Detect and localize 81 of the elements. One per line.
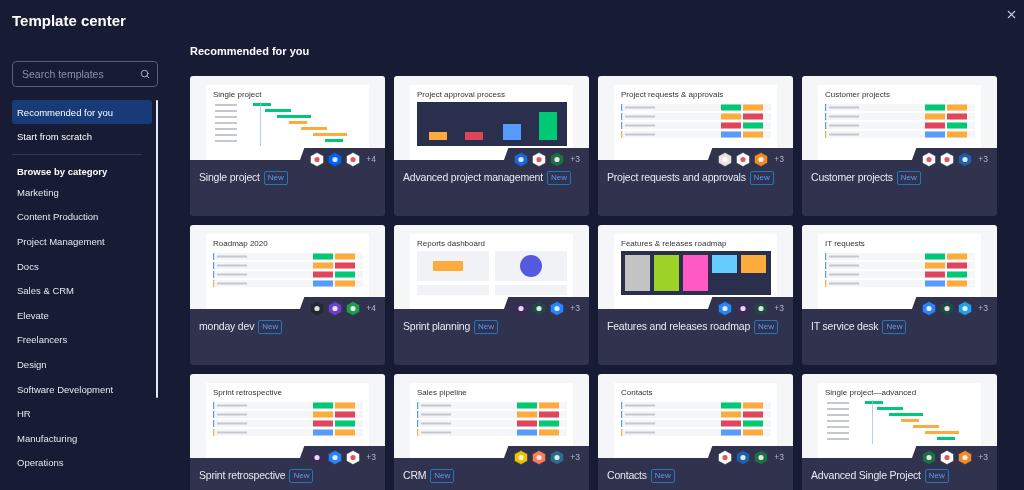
template-card[interactable]: Project approval process Advanced project management New +3 <box>394 76 589 216</box>
dialog-title: Template center <box>12 12 126 29</box>
search-field[interactable]: Search templates <box>12 61 158 87</box>
preview-title: Sales pipeline <box>417 388 467 397</box>
section-title: Recommended for you <box>190 45 310 57</box>
card-title: Sprint planning <box>403 319 471 334</box>
more-count: +3 <box>774 154 784 164</box>
template-card[interactable]: Single project Single project New +4 <box>190 76 385 216</box>
preview-title: Contacts <box>621 388 653 397</box>
more-count: +3 <box>570 452 580 462</box>
more-count: +3 <box>774 303 784 313</box>
category-item[interactable]: Content Production <box>12 204 152 230</box>
category-item[interactable]: Project Management <box>12 229 152 254</box>
template-card[interactable]: Reports dashboard Sprint planning New +3 <box>394 225 589 365</box>
template-card[interactable]: IT requests IT service desk New +3 <box>802 225 997 365</box>
close-icon[interactable] <box>1005 8 1018 21</box>
new-badge: New <box>474 320 499 334</box>
preview-title: Single project—advanced <box>825 388 917 397</box>
card-title: Project requests and approvals <box>607 170 746 185</box>
category-item[interactable]: Software Development <box>12 376 152 402</box>
preview-title: Features & releases roadmap <box>621 239 727 248</box>
more-count: +3 <box>774 452 784 462</box>
new-badge: New <box>430 469 455 483</box>
card-title: Contacts <box>607 468 647 483</box>
new-badge: New <box>749 171 774 185</box>
template-card[interactable]: Sprint retrospective Sprint retrospective New +3 <box>190 374 385 490</box>
new-badge: New <box>882 320 907 334</box>
template-card[interactable]: Single project—advanced Advanced Single Project New +3 <box>802 374 997 490</box>
preview-title: Sprint retrospective <box>213 388 282 397</box>
template-card[interactable]: Contacts Contacts New +3 <box>598 374 793 490</box>
card-title: Advanced Single Project <box>811 468 921 483</box>
preview-title: Single project <box>213 90 262 99</box>
search-icon <box>140 69 150 79</box>
scrollbar-thumb[interactable] <box>156 100 158 398</box>
more-count: +4 <box>366 154 376 164</box>
card-title: Customer projects <box>811 170 893 185</box>
new-badge: New <box>258 320 283 334</box>
new-badge: New <box>289 469 314 483</box>
card-title: Single project <box>199 170 260 185</box>
preview-title: Project approval process <box>417 90 506 99</box>
new-badge: New <box>896 171 921 185</box>
category-item[interactable]: Freelancers <box>12 327 152 353</box>
preview-title: Customer projects <box>825 90 890 99</box>
category-heading: Browse by category <box>16 165 109 179</box>
category-item[interactable]: Manufacturing <box>12 425 152 451</box>
more-count: +3 <box>978 452 988 462</box>
category-item[interactable]: Docs <box>12 253 152 279</box>
new-badge: New <box>650 469 675 483</box>
more-count: +3 <box>366 452 376 462</box>
card-title: Features and releases roadmap <box>607 319 751 334</box>
preview-title: Roadmap 2020 <box>213 239 268 248</box>
card-title: CRM <box>403 468 427 483</box>
category-item[interactable]: Design <box>12 352 152 377</box>
card-title: monday dev <box>199 319 255 334</box>
template-card[interactable]: Customer projects Customer projects New +3 <box>802 76 997 216</box>
category-item[interactable]: HR <box>12 401 152 426</box>
category-item[interactable]: Operations <box>12 450 152 476</box>
card-title: IT service desk <box>811 319 879 334</box>
category-item[interactable]: Marketing <box>12 180 152 205</box>
preview-title: IT requests <box>825 239 865 248</box>
template-card[interactable]: Sales pipeline CRM New +3 <box>394 374 589 490</box>
more-count: +4 <box>366 303 376 313</box>
category-item[interactable]: Elevate <box>12 302 152 328</box>
template-card[interactable]: Roadmap 2020 monday dev New +4 <box>190 225 385 365</box>
nav-item[interactable]: Start from scratch <box>12 124 152 148</box>
new-badge: New <box>263 171 288 185</box>
new-badge: New <box>754 320 779 334</box>
new-badge: New <box>924 469 949 483</box>
template-card[interactable]: Project requests & approvals Project requests and approvals New +3 <box>598 76 793 216</box>
preview-title: Reports dashboard <box>417 239 486 248</box>
nav-item[interactable]: Recommended for you <box>12 100 152 124</box>
more-count: +3 <box>570 154 580 164</box>
more-count: +3 <box>978 303 988 313</box>
preview-title: Project requests & approvals <box>621 90 724 99</box>
category-item[interactable]: Sales & CRM <box>12 278 152 303</box>
more-count: +3 <box>570 303 580 313</box>
new-badge: New <box>546 171 571 185</box>
card-title: Sprint retrospective <box>199 468 286 483</box>
card-title: Advanced project management <box>403 170 543 185</box>
template-card[interactable]: Features & releases roadmap Features and releases roadmap New +3 <box>598 225 793 365</box>
more-count: +3 <box>978 154 988 164</box>
